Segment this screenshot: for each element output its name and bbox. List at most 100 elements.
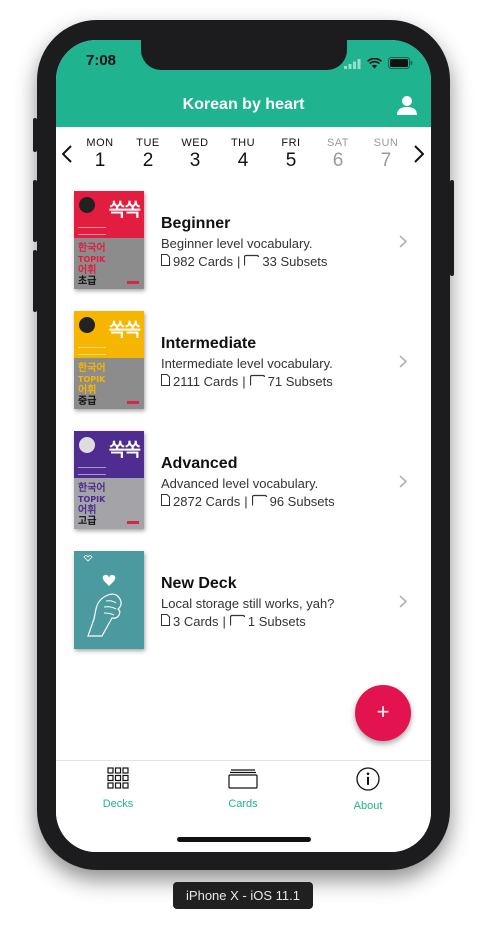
day-name: MON [86, 137, 114, 149]
deck-cover-new-deck [74, 551, 144, 649]
tab-about[interactable]: About [318, 767, 418, 812]
day-mon[interactable]: MON 1 [80, 137, 120, 172]
deck-name: Intermediate [161, 335, 257, 352]
cover-lines [78, 347, 106, 355]
cover-title: 쏙쏙 [108, 440, 141, 461]
day-sat[interactable]: SAT 6 [318, 137, 358, 172]
finger-heart-illustration [74, 555, 144, 649]
week-selector: MON 1 TUE 2 WED 3 THU 4 FRI 5 SAT 6 SUN … [56, 127, 431, 182]
chevron-right-icon [399, 595, 408, 613]
document-icon [161, 374, 173, 389]
deck-name: Beginner [161, 215, 231, 232]
cover-emblem [79, 197, 95, 213]
day-tue[interactable]: TUE 2 [128, 137, 168, 172]
day-date: 2 [142, 150, 154, 171]
side-button-power [450, 180, 454, 276]
day-name: WED [181, 137, 209, 149]
cover-lines [78, 227, 106, 235]
simulator-label: iPhone X - iOS 11.1 [173, 882, 313, 909]
cover-subtitle-line: 어휘 [78, 385, 97, 396]
day-name: TUE [136, 137, 160, 149]
deck-card-count: 2872 Cards [173, 494, 241, 509]
cover-subtitle-line: 중급 [78, 396, 97, 407]
grid-icon [107, 767, 129, 793]
cover-bottom: 한국어 TOPIK 어휘 중급 [74, 358, 144, 409]
info-icon [356, 767, 380, 795]
previous-week-icon[interactable] [61, 145, 72, 168]
add-deck-button[interactable]: + [355, 685, 411, 741]
document-icon [161, 254, 173, 269]
deck-name: New Deck [161, 575, 237, 592]
day-name: SAT [326, 137, 350, 149]
day-fri[interactable]: FRI 5 [271, 137, 311, 172]
day-name: THU [230, 137, 256, 149]
deck-row-advanced[interactable]: 쏙쏙 한국어 TOPIK 어휘 고급 Advanced Advanced lev… [56, 431, 431, 531]
deck-description: Beginner level vocabulary. [161, 236, 313, 251]
day-thu[interactable]: THU 4 [223, 137, 263, 172]
cover-subtitle: 한국어 TOPIK 어휘 고급 [78, 483, 106, 527]
cover-subtitle-line: 한국어 [78, 243, 106, 254]
meta-separator: | [242, 374, 246, 389]
folder-icon [249, 374, 268, 389]
day-sun[interactable]: SUN 7 [366, 137, 406, 172]
side-button-silent [33, 118, 37, 152]
day-wed[interactable]: WED 3 [175, 137, 215, 172]
cover-tag [127, 281, 139, 284]
cover-subtitle-line: 고급 [78, 516, 97, 527]
deck-row-intermediate[interactable]: 쏙쏙 한국어 TOPIK 어휘 중급 Intermediate Intermed… [56, 311, 431, 411]
cover-subtitle-line: 한국어 [78, 363, 106, 374]
deck-subset-count: 1 Subsets [247, 614, 306, 629]
meta-separator: | [236, 254, 241, 269]
deck-description: Intermediate level vocabulary. [161, 356, 333, 371]
deck-meta: 982 Cards | 33 Subsets [161, 254, 391, 269]
folder-icon [229, 614, 248, 629]
deck-info: Intermediate Intermediate level vocabula… [161, 335, 391, 389]
battery-icon [388, 56, 413, 74]
tab-decks[interactable]: Decks [68, 767, 168, 810]
cover-subtitle-line: 한국어 [78, 483, 106, 494]
deck-cover-advanced: 쏙쏙 한국어 TOPIK 어휘 고급 [74, 431, 144, 529]
deck-row-new-deck[interactable]: New Deck Local storage still works, yah?… [56, 551, 431, 651]
home-indicator[interactable] [177, 837, 311, 842]
chevron-right-icon [399, 475, 408, 493]
deck-card-count: 3 Cards [173, 614, 219, 629]
app-screen: 7:08 Korean by heart MON 1 TUE 2 WED 3 T… [56, 40, 431, 852]
app-header: 7:08 Korean by heart [56, 40, 431, 127]
cover-subtitle: 한국어 TOPIK 어휘 중급 [78, 363, 106, 407]
profile-icon[interactable] [397, 95, 417, 120]
folder-icon [244, 254, 262, 269]
cover-tag [127, 401, 139, 404]
meta-separator: | [222, 614, 226, 629]
deck-description: Local storage still works, yah? [161, 596, 335, 611]
cover-subtitle-line: 초급 [78, 276, 97, 287]
deck-row-beginner[interactable]: 쏙쏙 한국어 TOPIK 어휘 초급 Beginner Beginner lev… [56, 191, 431, 291]
document-icon [161, 614, 173, 629]
cover-subtitle-line: TOPIK [78, 375, 106, 384]
deck-meta: 3 Cards | 1 Subsets [161, 614, 391, 629]
deck-meta: 2872 Cards | 96 Subsets [161, 494, 391, 509]
cover-subtitle-line: 어휘 [78, 265, 97, 276]
next-week-icon[interactable] [414, 145, 425, 168]
cards-icon [228, 769, 258, 793]
deck-meta: 2111 Cards | 71 Subsets [161, 374, 391, 389]
page-title: Korean by heart [182, 96, 305, 113]
day-date: 6 [332, 150, 344, 171]
status-icons [344, 56, 413, 74]
deck-subset-count: 96 Subsets [269, 494, 335, 509]
deck-info: Beginner Beginner level vocabulary. 982 … [161, 215, 391, 269]
deck-description: Advanced level vocabulary. [161, 476, 319, 491]
cover-lines [78, 467, 106, 475]
deck-info: Advanced Advanced level vocabulary. 2872… [161, 455, 391, 509]
day-date: 3 [189, 150, 201, 171]
signal-icon [344, 56, 361, 74]
deck-info: New Deck Local storage still works, yah?… [161, 575, 391, 629]
deck-cover-beginner: 쏙쏙 한국어 TOPIK 어휘 초급 [74, 191, 144, 289]
device-notch [141, 40, 347, 70]
tab-label: About [353, 800, 383, 812]
deck-name: Advanced [161, 455, 238, 472]
day-name: FRI [281, 137, 301, 149]
cover-bottom: 한국어 TOPIK 어휘 초급 [74, 238, 144, 289]
deck-subset-count: 71 Subsets [267, 374, 333, 389]
tab-cards[interactable]: Cards [193, 767, 293, 810]
deck-cover-intermediate: 쏙쏙 한국어 TOPIK 어휘 중급 [74, 311, 144, 409]
